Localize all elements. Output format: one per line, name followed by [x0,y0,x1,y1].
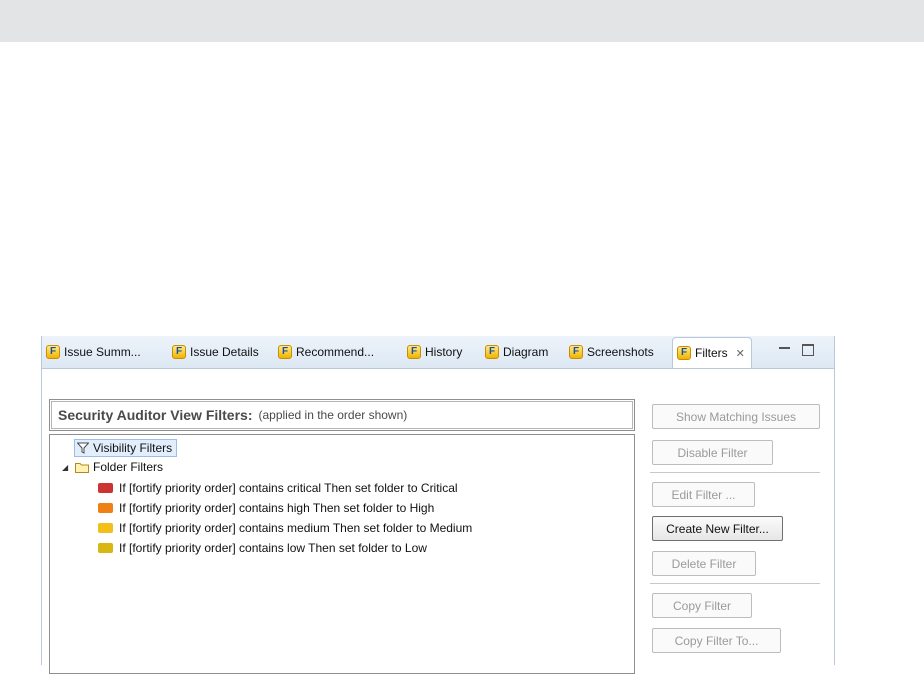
tree-item-rule[interactable]: If [fortify priority order] contains med… [98,521,472,535]
tab-screenshots[interactable]: F Screenshots [569,342,654,362]
filters-title-box: Security Auditor View Filters: (applied … [49,399,635,431]
show-matching-issues-button[interactable]: Show Matching Issues [652,404,820,429]
tab-label: Issue Details [190,345,259,359]
fortify-icon: F [172,345,186,359]
folder-icon [75,462,89,473]
tree-item-visibility-filters[interactable]: Visibility Filters [74,439,178,457]
rule-text: If [fortify priority order] contains cri… [119,481,458,495]
tab-label: Issue Summ... [64,345,141,359]
filters-view: F Issue Summ... F Issue Details F Recomm… [41,336,835,674]
priority-swatch [98,523,113,533]
filter-tree: Visibility Filters ◢ Folder Filters If [… [49,434,635,674]
tree-item-label: Visibility Filters [93,441,173,455]
fortify-icon: F [485,345,499,359]
button-separator [650,472,820,473]
tab-label: Diagram [503,345,549,359]
tab-label: History [425,345,463,359]
tab-filters[interactable]: F Filters ✕ [672,337,752,368]
close-icon[interactable]: ✕ [736,347,745,360]
fortify-icon: F [569,345,583,359]
tab-issue-details[interactable]: F Issue Details [172,342,259,362]
fortify-icon: F [677,346,691,360]
tab-bar: F Issue Summ... F Issue Details F Recomm… [42,336,834,369]
priority-swatch [98,503,113,513]
panel-subtitle: (applied in the order shown) [258,408,408,422]
tree-item-rule[interactable]: If [fortify priority order] contains cri… [98,481,458,495]
button-separator [650,583,820,584]
tree-item-label: Folder Filters [93,460,164,474]
tab-history[interactable]: F History [407,342,462,362]
funnel-icon [77,442,89,454]
panel-title: Security Auditor View Filters: [58,407,253,423]
rule-text: If [fortify priority order] contains hig… [119,501,435,515]
minimize-icon[interactable] [779,347,790,355]
priority-swatch [98,483,113,493]
copy-filter-button[interactable]: Copy Filter [652,593,752,618]
delete-filter-button[interactable]: Delete Filter [652,551,756,576]
filters-title: Security Auditor View Filters: (applied … [51,401,633,429]
priority-swatch [98,543,113,553]
edit-filter-button[interactable]: Edit Filter ... [652,482,755,507]
tree-item-folder-filters[interactable]: ◢ Folder Filters [62,460,163,474]
create-new-filter-button[interactable]: Create New Filter... [652,516,783,541]
fortify-icon: F [407,345,421,359]
fortify-icon: F [46,345,60,359]
tab-issue-summary[interactable]: F Issue Summ... [46,342,141,362]
tab-diagram[interactable]: F Diagram [485,342,548,362]
tab-label: Screenshots [587,345,654,359]
tab-recommendations[interactable]: F Recommend... [278,342,374,362]
copy-filter-to-button[interactable]: Copy Filter To... [652,628,781,653]
rule-text: If [fortify priority order] contains low… [119,541,427,555]
maximize-icon[interactable] [802,344,814,356]
rule-text: If [fortify priority order] contains med… [119,521,473,535]
top-bar [0,0,924,42]
tree-item-rule[interactable]: If [fortify priority order] contains hig… [98,501,434,515]
tab-label: Recommend... [296,345,375,359]
tab-label: Filters [695,346,728,360]
tree-item-rule[interactable]: If [fortify priority order] contains low… [98,541,427,555]
fortify-icon: F [278,345,292,359]
disable-filter-button[interactable]: Disable Filter [652,440,773,465]
expander-icon[interactable]: ◢ [62,463,72,472]
